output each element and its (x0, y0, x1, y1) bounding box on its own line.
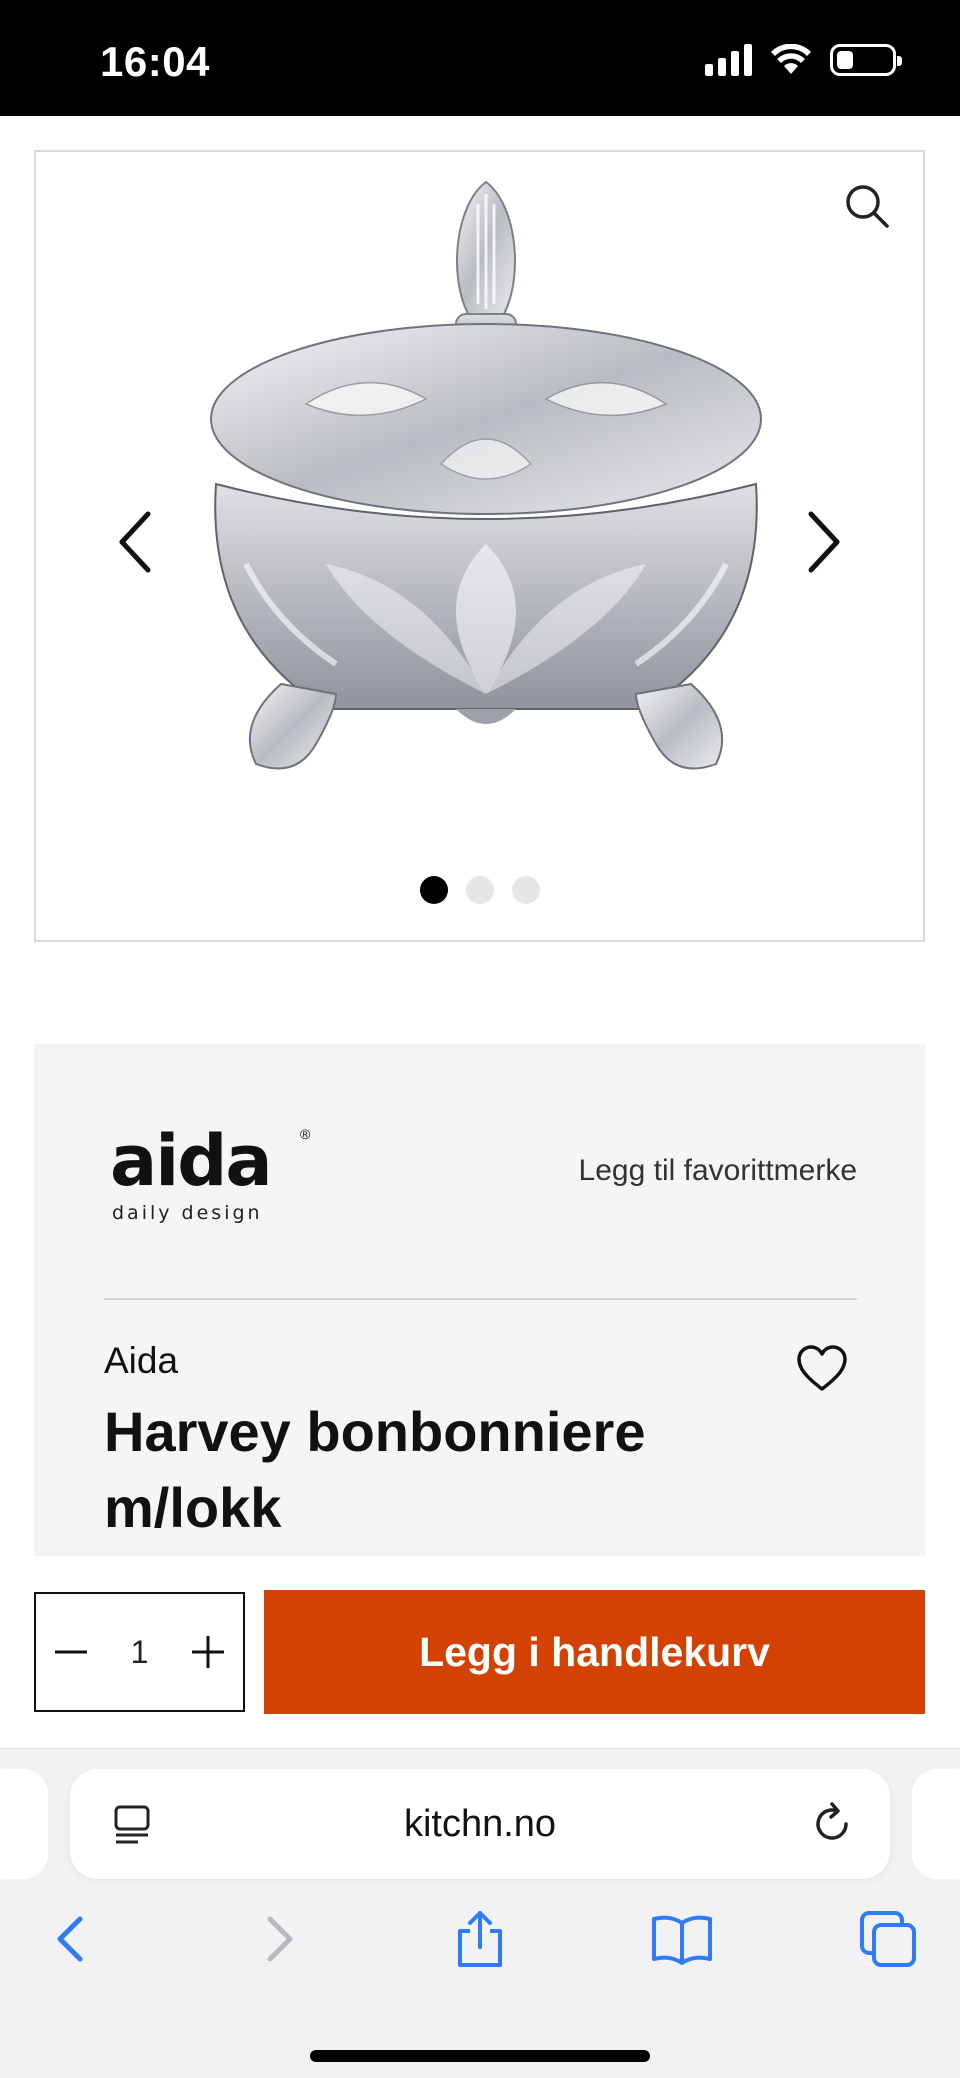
product-info-panel: aida ® daily design Legg til favorittmer… (34, 1044, 925, 1556)
previous-tab-peek[interactable] (0, 1769, 48, 1879)
browser-chrome: kitchn.no (0, 1748, 960, 2078)
zoom-button[interactable] (843, 182, 893, 232)
gallery-dot[interactable] (511, 876, 540, 904)
status-time: 16:04 (100, 38, 210, 85)
status-icons (705, 44, 902, 76)
chevron-left-icon (119, 511, 151, 573)
wishlist-button[interactable] (795, 1344, 849, 1394)
tabs-icon (860, 1911, 916, 1967)
gallery-dot[interactable] (465, 876, 494, 904)
tabs-button[interactable] (856, 1907, 920, 1971)
share-icon (458, 1911, 502, 1967)
quantity-increase-button[interactable] (173, 1594, 243, 1710)
back-button[interactable] (40, 1907, 104, 1971)
battery-level (837, 51, 853, 69)
signal-icon (705, 44, 752, 76)
battery-icon (830, 44, 902, 76)
bookmarks-icon (652, 1915, 712, 1965)
wifi-icon (771, 44, 811, 74)
quantity-decrease-button[interactable] (36, 1594, 106, 1710)
zoom-icon (846, 185, 889, 228)
product-image (210, 180, 762, 770)
reload-icon[interactable] (810, 1801, 856, 1847)
quantity-stepper: 1 (34, 1592, 245, 1712)
share-button[interactable] (448, 1907, 512, 1971)
previous-image-button[interactable] (106, 502, 166, 582)
gallery-pagination (36, 876, 923, 904)
url-text[interactable]: kitchn.no (70, 1803, 890, 1846)
minus-icon (55, 1650, 87, 1654)
divider (104, 1298, 857, 1300)
logo-registered-mark: ® (300, 1126, 311, 1142)
chevron-right-icon (808, 511, 840, 573)
favorite-brand-link[interactable]: Legg til favorittmerke (579, 1154, 857, 1188)
address-bar[interactable]: kitchn.no (70, 1769, 890, 1879)
product-gallery[interactable] (34, 150, 925, 942)
next-tab-peek[interactable] (912, 1769, 960, 1879)
logo-word: aida (110, 1120, 273, 1202)
back-icon (57, 1916, 83, 1962)
next-image-button[interactable] (793, 502, 853, 582)
logo-tagline: daily design (112, 1202, 263, 1224)
product-brand[interactable]: Aida (104, 1340, 178, 1382)
quantity-value[interactable]: 1 (106, 1594, 173, 1710)
bookmarks-button[interactable] (650, 1907, 714, 1971)
forward-icon (267, 1916, 293, 1962)
forward-button[interactable] (246, 1907, 310, 1971)
home-indicator (310, 2050, 650, 2062)
heart-icon (797, 1345, 847, 1391)
gallery-dot[interactable] (419, 876, 448, 904)
product-title: Harvey bonbonniere m/lokk (104, 1400, 646, 1539)
plus-icon (192, 1636, 224, 1668)
add-to-cart-button[interactable]: Legg i handlekurv (264, 1590, 925, 1714)
status-bar: 16:04 (0, 0, 960, 116)
brand-logo[interactable]: aida ® daily design (110, 1126, 310, 1236)
browser-toolbar (0, 1907, 960, 1987)
